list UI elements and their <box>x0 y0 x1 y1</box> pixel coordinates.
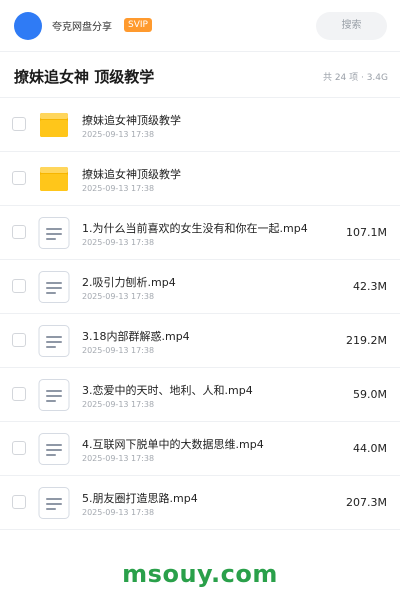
avatar[interactable] <box>14 12 42 40</box>
row-checkbox[interactable] <box>12 333 26 347</box>
file-size: 219.2M <box>346 334 387 347</box>
file-name: 4.互联网下脱单中的大数据思维.mp4 <box>82 438 264 451</box>
file-date: 2025-09-13 17:38 <box>82 400 155 409</box>
folder-icon <box>38 109 70 141</box>
row-checkbox[interactable] <box>12 279 26 293</box>
file-size: 207.3M <box>346 496 387 509</box>
folder-meta: 共 24 项 · 3.4G <box>322 73 388 83</box>
document-icon <box>38 217 70 249</box>
file-row[interactable]: 3.恋爱中的天时、地利、人和.mp4 2025-09-13 17:38 59.0M <box>0 368 400 422</box>
file-date: 2025-09-13 17:38 <box>82 454 155 463</box>
folder-icon <box>38 163 70 195</box>
file-date: 2025-09-13 17:38 <box>82 508 155 517</box>
file-name: 3.恋爱中的天时、地利、人和.mp4 <box>82 384 253 397</box>
file-name: 3.18内部群解惑.mp4 <box>82 330 190 343</box>
row-checkbox[interactable] <box>12 387 26 401</box>
row-checkbox[interactable] <box>12 225 26 239</box>
watermark: msouy.com <box>122 560 278 588</box>
file-list: 撩妹追女神顶级教学 2025-09-13 17:38 撩妹追女神顶级教学 2025-0… <box>0 98 400 530</box>
file-date: 2025-09-13 17:38 <box>82 238 155 247</box>
file-name: 撩妹追女神顶级教学 <box>82 168 181 181</box>
row-checkbox[interactable] <box>12 441 26 455</box>
document-icon <box>38 325 70 357</box>
file-row[interactable]: 3.18内部群解惑.mp4 2025-09-13 17:38 219.2M <box>0 314 400 368</box>
file-name: 撩妹追女神顶级教学 <box>82 114 181 127</box>
file-size: 44.0M <box>353 442 387 455</box>
folder-header: 撩妹追女神 顶级教学 共 24 项 · 3.4G <box>0 52 400 98</box>
file-name: 2.吸引力刨析.mp4 <box>82 276 176 289</box>
file-row[interactable]: 撩妹追女神顶级教学 2025-09-13 17:38 <box>0 152 400 206</box>
file-date: 2025-09-13 17:38 <box>82 292 155 301</box>
document-icon <box>38 379 70 411</box>
document-icon <box>38 487 70 519</box>
file-row[interactable]: 撩妹追女神顶级教学 2025-09-13 17:38 <box>0 98 400 152</box>
app-name: 夸克网盘分享 <box>52 22 112 33</box>
row-checkbox[interactable] <box>12 117 26 131</box>
file-size: 42.3M <box>353 280 387 293</box>
file-date: 2025-09-13 17:38 <box>82 184 155 193</box>
file-row[interactable]: 1.为什么当前喜欢的女生没有和你在一起.mp4 2025-09-13 17:38 1… <box>0 206 400 260</box>
top-bar: 夸克网盘分享 SVIP 搜索 <box>0 0 400 52</box>
file-size: 59.0M <box>353 388 387 401</box>
file-date: 2025-09-13 17:38 <box>82 346 155 355</box>
file-row[interactable]: 5.朋友圈打造思路.mp4 2025-09-13 17:38 207.3M <box>0 476 400 530</box>
file-name: 5.朋友圈打造思路.mp4 <box>82 492 198 505</box>
file-row[interactable]: 4.互联网下脱单中的大数据思维.mp4 2025-09-13 17:38 44.0M <box>0 422 400 476</box>
row-checkbox[interactable] <box>12 171 26 185</box>
file-size: 107.1M <box>346 226 387 239</box>
file-name: 1.为什么当前喜欢的女生没有和你在一起.mp4 <box>82 222 308 235</box>
document-icon <box>38 271 70 303</box>
search-button[interactable]: 搜索 <box>316 12 387 40</box>
file-date: 2025-09-13 17:38 <box>82 130 155 139</box>
svip-badge: SVIP <box>124 18 152 32</box>
row-checkbox[interactable] <box>12 495 26 509</box>
document-icon <box>38 433 70 465</box>
page-title: 撩妹追女神 顶级教学 <box>14 68 155 86</box>
file-row[interactable]: 2.吸引力刨析.mp4 2025-09-13 17:38 42.3M <box>0 260 400 314</box>
